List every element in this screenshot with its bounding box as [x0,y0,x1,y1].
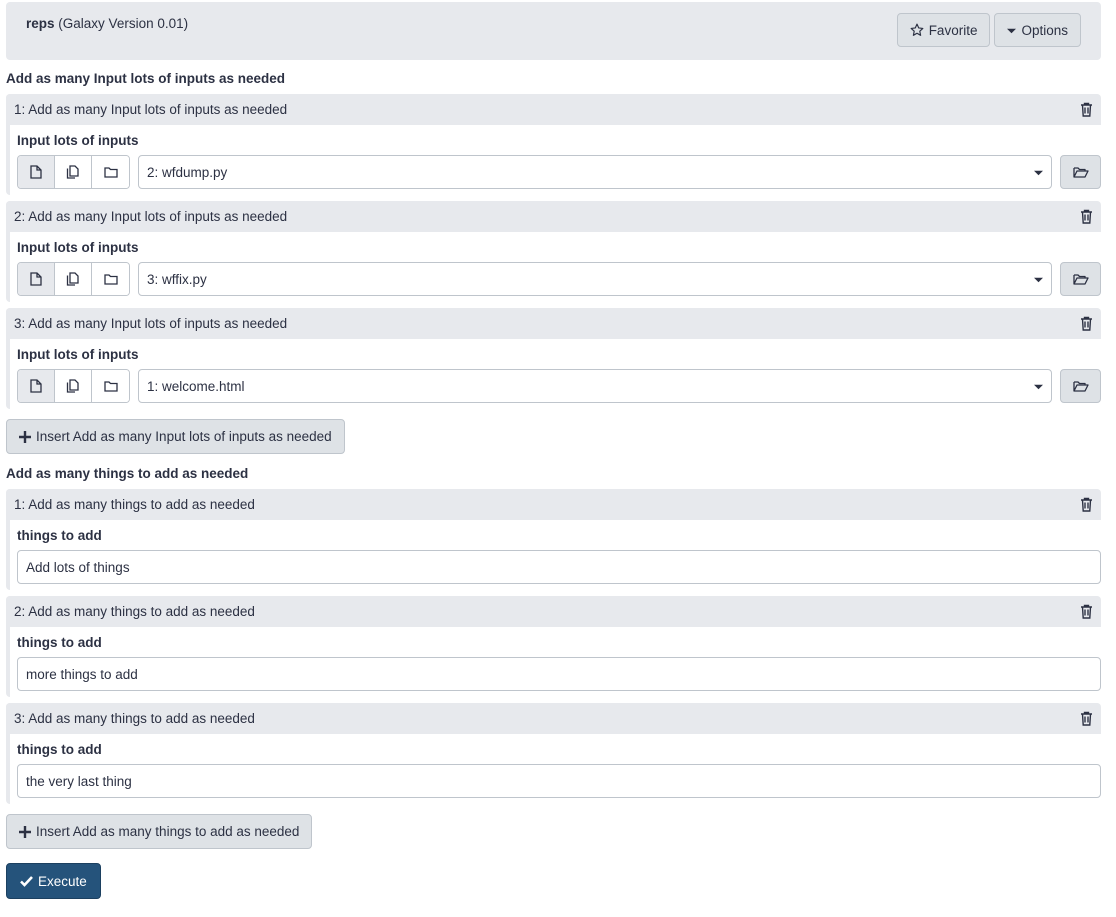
input-repeat-block: 1: Add as many Input lots of inputs as n… [6,94,1101,195]
favorite-label: Favorite [928,22,978,38]
repeat-title: 1: Add as many things to add as needed [14,497,255,512]
trash-icon[interactable] [1080,209,1093,224]
file-icon [30,165,42,179]
browse-datasets-button[interactable] [1060,369,1101,403]
collection-button[interactable] [92,263,129,295]
repeat-title: 2: Add as many things to add as needed [14,604,255,619]
execute-label: Execute [38,873,87,889]
things-to-add-input[interactable] [17,764,1101,798]
caret-down-icon [1034,275,1043,284]
field-label: Input lots of inputs [17,240,139,255]
insert-input-label: Insert Add as many Input lots of inputs … [36,429,332,444]
trash-icon[interactable] [1080,497,1093,512]
repeat-header: 1: Add as many things to add as needed [6,489,1101,520]
insert-thing-label: Insert Add as many things to add as need… [36,824,300,839]
tool-name: reps [26,16,55,31]
dataset-select[interactable]: 3: wffix.py [138,262,1052,296]
files-icon [66,272,80,286]
options-label: Options [1021,22,1068,38]
collection-button[interactable] [92,370,129,402]
tool-form: reps (Galaxy Version 0.01) Favorite Opti… [0,0,1116,899]
field-label: Input lots of inputs [17,133,139,148]
repeat-header: 1: Add as many Input lots of inputs as n… [6,94,1101,125]
folder-icon [103,380,118,392]
repeat-header: 3: Add as many things to add as needed [6,703,1101,734]
thing-repeat-block: 1: Add as many things to add as needed t… [6,489,1101,590]
things-to-add-input[interactable] [17,657,1101,691]
trash-icon[interactable] [1080,711,1093,726]
repeat-header: 2: Add as many things to add as needed [6,596,1101,627]
favorite-button[interactable]: Favorite [896,13,991,47]
selected-dataset: 1: welcome.html [147,378,245,394]
trash-icon[interactable] [1080,604,1093,619]
files-icon [66,165,80,179]
insert-thing-button[interactable]: Insert Add as many things to add as need… [6,814,313,849]
selected-dataset: 2: wfdump.py [147,164,228,180]
folder-open-icon [1072,166,1089,179]
check-icon [20,875,33,887]
thing-repeat-block: 3: Add as many things to add as needed t… [6,703,1101,804]
file-icon [30,379,42,393]
dataset-mode-group [17,155,130,189]
multiple-datasets-button[interactable] [55,370,92,402]
trash-icon[interactable] [1080,102,1093,117]
plus-icon [19,825,31,838]
repeat-title: 1: Add as many Input lots of inputs as n… [14,102,288,117]
repeat-title: 3: Add as many things to add as needed [14,711,255,726]
dataset-select[interactable]: 1: welcome.html [138,369,1052,403]
multiple-datasets-button[interactable] [55,156,92,188]
repeat-header: 2: Add as many Input lots of inputs as n… [6,201,1101,232]
caret-down-icon [1034,168,1043,177]
things-section-title: Add as many things to add as needed [6,466,249,481]
insert-input-button[interactable]: Insert Add as many Input lots of inputs … [6,419,345,454]
folder-icon [103,166,118,178]
browse-datasets-button[interactable] [1060,262,1101,296]
field-label: Input lots of inputs [17,347,139,362]
collection-button[interactable] [92,156,129,188]
plus-icon [19,430,31,443]
single-dataset-button[interactable] [18,263,55,295]
field-label: things to add [17,635,102,650]
single-dataset-button[interactable] [18,370,55,402]
repeat-header: 3: Add as many Input lots of inputs as n… [6,308,1101,339]
options-button[interactable]: Options [994,13,1081,47]
files-icon [66,379,80,393]
dataset-mode-group [17,262,130,296]
repeat-title: 3: Add as many Input lots of inputs as n… [14,316,288,331]
field-label: things to add [17,742,102,757]
single-dataset-button[interactable] [18,156,55,188]
dataset-select[interactable]: 2: wfdump.py [138,155,1052,189]
selected-dataset: 3: wffix.py [147,271,207,287]
execute-button[interactable]: Execute [6,863,101,899]
field-label: things to add [17,528,102,543]
tool-header: reps (Galaxy Version 0.01) Favorite Opti… [6,2,1101,60]
thing-repeat-block: 2: Add as many things to add as needed t… [6,596,1101,697]
things-to-add-input[interactable] [17,550,1101,584]
caret-down-icon [1034,382,1043,391]
folder-icon [103,273,118,285]
input-repeat-block: 3: Add as many Input lots of inputs as n… [6,308,1101,409]
dataset-mode-group [17,369,130,403]
multiple-datasets-button[interactable] [55,263,92,295]
star-icon [910,23,924,37]
folder-open-icon [1072,380,1089,393]
repeat-title: 2: Add as many Input lots of inputs as n… [14,209,288,224]
input-repeat-block: 2: Add as many Input lots of inputs as n… [6,201,1101,302]
browse-datasets-button[interactable] [1060,155,1101,189]
caret-down-icon [1007,26,1017,35]
file-icon [30,272,42,286]
trash-icon[interactable] [1080,316,1093,331]
inputs-section-title: Add as many Input lots of inputs as need… [6,71,286,86]
tool-version: (Galaxy Version 0.01) [58,16,189,31]
folder-open-icon [1072,273,1089,286]
